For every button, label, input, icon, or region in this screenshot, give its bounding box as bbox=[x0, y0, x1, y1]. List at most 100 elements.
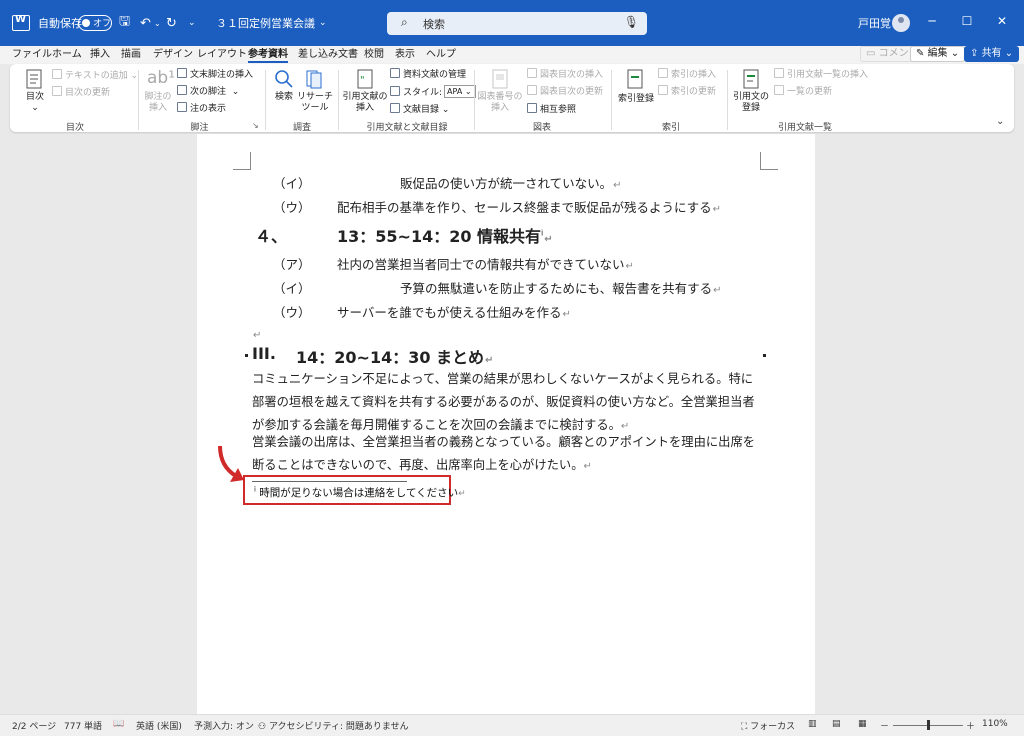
update-index-button[interactable]: 索引の更新 bbox=[658, 85, 716, 98]
tab-draw[interactable]: 描画 bbox=[121, 47, 141, 63]
tab-view[interactable]: 表示 bbox=[395, 47, 415, 63]
list-item-text: サーバーを誰でもが使える仕組みを作る bbox=[337, 305, 562, 320]
close-icon[interactable]: ✕ bbox=[992, 14, 1012, 32]
group-divider bbox=[265, 70, 266, 130]
autosave-toggle[interactable]: オフ bbox=[78, 15, 112, 31]
minimize-icon[interactable]: ─ bbox=[922, 14, 942, 32]
edit-label: 編集 bbox=[927, 48, 948, 59]
redo-icon[interactable]: ↻ bbox=[166, 14, 177, 32]
avatar[interactable] bbox=[892, 14, 910, 32]
tab-file[interactable]: ファイル bbox=[12, 47, 52, 63]
list-item-text: 販促品の使い方が統一されていない。 bbox=[400, 176, 613, 191]
accessibility-status[interactable]: ⚇ アクセシビリティ: 問題ありません bbox=[258, 719, 409, 732]
save-icon[interactable]: 🖫 bbox=[119, 14, 130, 32]
toc-button[interactable]: 目次 ⌄ bbox=[22, 92, 48, 114]
text-predictions-status[interactable]: 予測入力: オン bbox=[194, 719, 254, 732]
tab-references[interactable]: 参考資料 bbox=[248, 47, 288, 63]
page-count[interactable]: 2/2 ページ bbox=[12, 719, 56, 732]
user-name[interactable]: 戸田覚 bbox=[858, 14, 891, 32]
share-button[interactable]: ⇪ 共有 ⌄ bbox=[964, 46, 1020, 62]
update-table-button[interactable]: 図表目次の更新 bbox=[527, 85, 603, 98]
word-window: 自動保存 オフ 🖫 ↶ ⌄ ↻ ⌄ ３１回定例営業会議 ⌄ ⌕ 検索 🎙 戸田覚… bbox=[0, 0, 1024, 736]
tab-layout[interactable]: レイアウト bbox=[197, 47, 247, 63]
dialog-launcher-icon[interactable]: ↘ bbox=[252, 121, 259, 130]
tab-help[interactable]: ヘルプ bbox=[426, 47, 456, 63]
footnote-text: 時間が足りない場合は連絡をしてください bbox=[259, 487, 459, 499]
insert-toa-button[interactable]: 引用文献一覧の挿入 bbox=[774, 68, 868, 81]
update-toa-icon bbox=[774, 85, 784, 95]
show-notes-button[interactable]: 注の表示 bbox=[177, 102, 226, 115]
list-item-label: （ウ） bbox=[273, 200, 311, 215]
document-title[interactable]: ３１回定例営業会議 ⌄ bbox=[216, 14, 327, 32]
group-label-footnotes: 脚注 bbox=[190, 123, 209, 133]
proofing-icon[interactable]: 📖 bbox=[113, 719, 124, 729]
microphone-icon[interactable]: 🎙 bbox=[624, 15, 639, 29]
undo-dropdown-icon[interactable]: ⌄ bbox=[154, 14, 161, 32]
tab-home[interactable]: ホーム bbox=[52, 47, 82, 63]
search-box[interactable]: ⌕ 検索 🎙 bbox=[387, 12, 647, 35]
insert-index-button[interactable]: 索引の挿入 bbox=[658, 68, 716, 81]
zoom-slider-thumb[interactable] bbox=[927, 720, 930, 730]
next-footnote-button[interactable]: 次の脚注 ⌄ bbox=[177, 85, 239, 98]
word-count[interactable]: 777 単語 bbox=[64, 719, 102, 732]
language-status[interactable]: 英語 (米国) bbox=[136, 719, 182, 732]
footnote[interactable]: i 時間が足りない場合は連絡をしてください↵ bbox=[254, 485, 466, 500]
insert-footnote-button[interactable]: 脚注の 挿入 bbox=[142, 92, 174, 114]
style-selector[interactable]: スタイル: APA ⌄ bbox=[390, 85, 477, 99]
update-toc-button[interactable]: 目次の更新 bbox=[52, 86, 110, 99]
collapse-ribbon-icon[interactable]: ⌄ bbox=[996, 116, 1004, 127]
cross-reference-icon bbox=[527, 103, 537, 113]
toc-button-label: 目次 bbox=[25, 92, 44, 102]
keep-with-next-marker bbox=[763, 354, 766, 357]
insert-caption-button[interactable]: 図表番号の 挿入 bbox=[477, 92, 523, 114]
mark-entry-button[interactable]: 索引登録 bbox=[616, 94, 656, 105]
print-layout-icon[interactable]: ▤ bbox=[832, 719, 841, 729]
search-button[interactable]: 検索 bbox=[271, 92, 297, 103]
add-text-icon bbox=[52, 69, 62, 79]
editing-mode-button[interactable]: ✎ 編集 ⌄ bbox=[910, 46, 966, 62]
menu-bar: ファイル ホーム 挿入 描画 デザイン レイアウト 参考資料 差し込み文書 校閲… bbox=[0, 46, 1024, 64]
zoom-in-icon[interactable]: ＋ bbox=[966, 719, 975, 732]
researcher-button[interactable]: リサーチ ツール bbox=[297, 92, 333, 114]
insert-table-of-figures-button[interactable]: 図表目次の挿入 bbox=[527, 68, 603, 81]
tab-mailings[interactable]: 差し込み文書 bbox=[298, 47, 358, 63]
cross-reference-label: 相互参照 bbox=[540, 105, 577, 115]
group-label-research: 調査 bbox=[292, 123, 311, 133]
insert-citation-button[interactable]: 引用文献の 挿入 bbox=[342, 92, 388, 114]
zoom-level[interactable]: 110% bbox=[982, 719, 1008, 729]
footnote-reference[interactable]: i bbox=[541, 229, 543, 238]
style-icon bbox=[390, 86, 400, 96]
undo-icon[interactable]: ↶ bbox=[140, 14, 151, 32]
update-table-icon bbox=[527, 85, 537, 95]
tab-insert[interactable]: 挿入 bbox=[90, 47, 110, 63]
tab-design[interactable]: デザイン bbox=[153, 47, 193, 63]
read-mode-icon[interactable]: ▥ bbox=[808, 719, 817, 729]
document-page[interactable]: （イ） 販促品の使い方が統一されていない。↵ （ウ） 配布相手の基準を作り、セー… bbox=[197, 134, 815, 714]
zoom-out-icon[interactable]: － bbox=[880, 719, 889, 732]
zoom-slider[interactable] bbox=[893, 720, 963, 730]
section-number: ４、 bbox=[255, 227, 288, 246]
mark-entry-icon bbox=[627, 69, 643, 89]
insert-toa-label: 引用文献一覧の挿入 bbox=[787, 70, 869, 80]
list-item-label: （ウ） bbox=[273, 305, 311, 320]
bibliography-icon bbox=[390, 103, 400, 113]
qat-customize-icon[interactable]: ⌄ bbox=[188, 14, 196, 32]
update-toa-button[interactable]: 一覧の更新 bbox=[774, 85, 832, 98]
focus-mode-button[interactable]: ⛶ フォーカス bbox=[741, 719, 795, 732]
insert-endnote-button[interactable]: 文末脚注の挿入 bbox=[177, 68, 253, 81]
manage-sources-button[interactable]: 資料文献の管理 bbox=[390, 68, 466, 81]
style-dropdown[interactable]: APA ⌄ bbox=[444, 85, 477, 98]
paragraph-mark: ↵ bbox=[613, 180, 622, 191]
section-heading: 14：20~14：30 まとめ↵ bbox=[296, 344, 493, 368]
add-text-button[interactable]: テキストの追加 ⌄ bbox=[52, 69, 138, 82]
group-label-toc: 目次 bbox=[65, 123, 84, 133]
bibliography-button[interactable]: 文献目録 ⌄ bbox=[390, 103, 449, 116]
tab-review[interactable]: 校閲 bbox=[364, 47, 384, 63]
web-layout-icon[interactable]: ▦ bbox=[858, 719, 867, 729]
paragraph-mark: ↵ bbox=[583, 461, 592, 472]
cross-reference-button[interactable]: 相互参照 bbox=[527, 103, 576, 116]
maximize-icon[interactable]: ☐ bbox=[957, 14, 977, 32]
search-icon bbox=[275, 70, 293, 88]
mark-citation-button[interactable]: 引用文の 登録 bbox=[730, 92, 772, 114]
insert-index-label: 索引の挿入 bbox=[671, 70, 717, 80]
